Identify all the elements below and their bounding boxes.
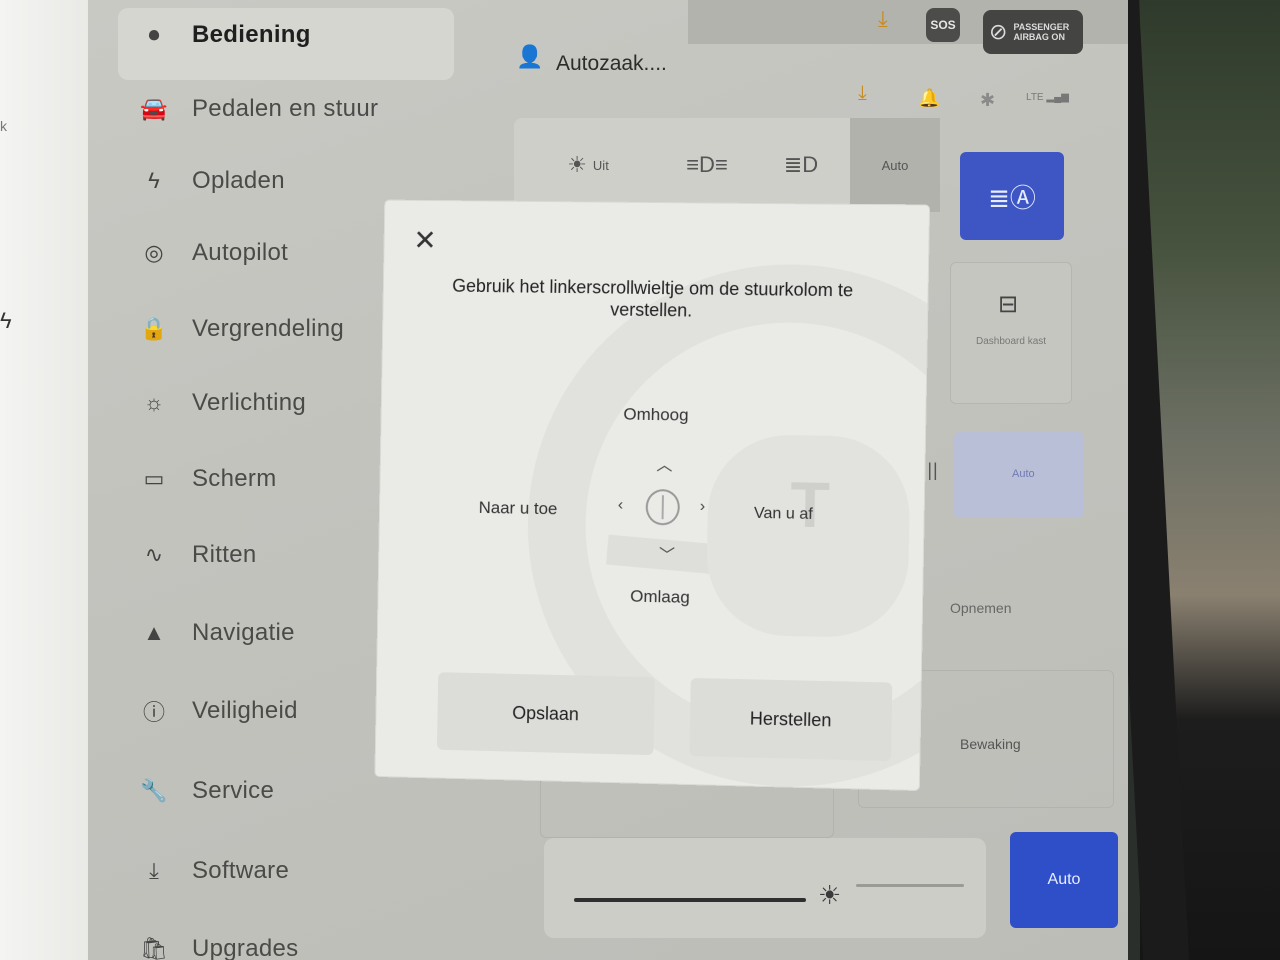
bell-icon[interactable]: 🔔	[918, 88, 940, 109]
lights-auto-option[interactable]: Auto	[850, 118, 940, 212]
background-glyph: k	[0, 118, 7, 134]
low-beam-option[interactable]: ≣D	[758, 118, 850, 212]
record-label[interactable]: Opnemen	[950, 600, 1011, 616]
lightning-icon: ϟ	[148, 168, 160, 193]
profile-name[interactable]: Autozaak....	[556, 52, 667, 76]
parking-lights-icon: ≡D≡	[686, 152, 728, 177]
sidebar-item-scherm[interactable]: ▭ Scherm	[136, 456, 277, 502]
lights-off-label: Uit	[592, 157, 609, 173]
reset-button[interactable]: Herstellen	[689, 677, 893, 762]
download-icon: ⤓	[149, 858, 159, 883]
sidebar-item-label: Opladen	[192, 167, 285, 194]
sun-icon: ☼	[143, 390, 165, 415]
sidebar-item-label: Ritten	[192, 541, 257, 568]
chevron-down-icon[interactable]: ﹀	[659, 541, 675, 565]
sidebar-item-label: Pedalen en stuur	[192, 95, 379, 122]
sidebar-item-ritten[interactable]: ∿ Ritten	[136, 532, 257, 578]
brightness-slider-track[interactable]	[856, 884, 964, 887]
update-download-icon[interactable]: ⤓	[858, 82, 867, 105]
toward-label: Naar u toe	[478, 497, 558, 519]
sos-button[interactable]: SOS	[926, 8, 960, 42]
sidebar-item-label: Upgrades	[192, 935, 299, 960]
display-icon: ▭	[143, 466, 165, 491]
bluetooth-icon[interactable]: ✱	[980, 90, 995, 111]
save-button[interactable]: Opslaan	[436, 672, 655, 756]
down-label: Omlaag	[630, 586, 690, 607]
sidebar-item-label: Veiligheid	[192, 697, 298, 724]
trips-icon: ∿	[144, 542, 164, 567]
user-icon[interactable]: 👤	[516, 44, 543, 70]
sos-label: SOS	[930, 18, 956, 32]
sidebar-item-vergrendeling[interactable]: 🔒 Vergrendeling	[136, 306, 344, 352]
wrench-icon: 🔧	[140, 778, 168, 803]
steering-column-dialog: T ✕ Gebruik het linkerscrollwieltje om d…	[375, 200, 930, 791]
brightness-auto-button[interactable]: Auto	[1010, 832, 1118, 928]
sidebar-item-pedalen[interactable]: 🚘 Pedalen en stuur	[136, 86, 378, 132]
wiper-auto-label: Auto	[1012, 468, 1035, 480]
navigation-arrow-icon: ▲	[143, 620, 165, 645]
up-label: Omhoog	[623, 404, 689, 425]
brightness-slider-panel	[544, 838, 986, 938]
brightness-slider-filled[interactable]	[574, 898, 806, 902]
photo-background-left	[0, 0, 90, 960]
glovebox-icon[interactable]: ⊟	[998, 290, 1018, 319]
dashboard-panel	[950, 262, 1072, 404]
parking-lights-option[interactable]: ≡D≡	[662, 118, 758, 212]
sidebar-item-navigatie[interactable]: ▲ Navigatie	[136, 610, 295, 656]
passenger-airbag-status: ⊘ PASSENGER AIRBAG ON	[983, 10, 1083, 54]
headlight-selector: ☀ Uit ≡D≡ ≣D Auto	[514, 118, 940, 212]
sidebar-item-software[interactable]: ⤓ Software	[136, 848, 289, 894]
lte-signal-indicator: LTE ▂▄▆	[1026, 92, 1069, 103]
sidebar-item-label: Autopilot	[192, 239, 289, 266]
sidebar-item-label: Bediening	[192, 21, 311, 48]
download-icon[interactable]: ⤓	[878, 6, 888, 32]
lte-label: LTE	[1026, 92, 1044, 103]
airbag-line-2: AIRBAG ON	[1013, 32, 1065, 42]
toggle-icon: ⏺	[148, 22, 160, 47]
sidebar-item-service[interactable]: 🔧 Service	[136, 768, 274, 814]
sidebar-item-veiligheid[interactable]: ⓘ Veiligheid	[136, 688, 298, 734]
auto-high-beam-button[interactable]: ≣Ⓐ	[960, 152, 1064, 240]
lights-auto-label: Auto	[881, 157, 909, 173]
away-label: Van u af	[753, 504, 813, 523]
sidebar-item-label: Navigatie	[192, 619, 295, 646]
wiper-auto-button[interactable]: Auto	[954, 432, 1084, 518]
chevron-left-icon[interactable]: ‹	[618, 496, 624, 514]
close-icon[interactable]: ✕	[410, 225, 440, 257]
sidebar-item-autopilot[interactable]: ◎ Autopilot	[136, 230, 288, 276]
sidebar-item-label: Scherm	[192, 465, 277, 492]
low-beam-icon: ≣D	[783, 152, 819, 177]
sidebar-item-label: Service	[192, 777, 275, 804]
sun-icon: ☀	[567, 152, 587, 177]
sidebar-item-bediening[interactable]: ⏺ Bediening	[136, 12, 311, 58]
bag-icon: 🛍	[140, 936, 168, 960]
lightning-icon: ϟ	[0, 308, 12, 333]
car-icon: 🚘	[140, 96, 168, 121]
brightness-auto-label: Auto	[1047, 871, 1081, 888]
sidebar-item-verlichting[interactable]: ☼ Verlichting	[136, 380, 306, 426]
alert-circle-icon: ⓘ	[142, 700, 165, 725]
lights-off-option[interactable]: ☀ Uit	[514, 118, 662, 212]
save-label: Opslaan	[512, 702, 580, 724]
sidebar-item-label: Vergrendeling	[192, 315, 345, 342]
sidebar-item-label: Software	[192, 857, 290, 884]
dialog-instruction: Gebruik het linkerscrollwieltje om de st…	[452, 275, 854, 321]
chevron-right-icon[interactable]: ›	[700, 498, 706, 516]
lock-icon: 🔒	[140, 316, 168, 341]
dashboard-label[interactable]: Dashboard kast	[976, 336, 1046, 347]
sidebar-item-opladen[interactable]: ϟ Opladen	[136, 158, 285, 204]
sidebar-item-label: Verlichting	[192, 389, 307, 416]
reset-label: Herstellen	[749, 707, 832, 730]
sidebar-item-upgrades[interactable]: 🛍 Upgrades	[136, 926, 298, 960]
steering-wheel-icon: ◎	[144, 240, 164, 265]
chevron-up-icon[interactable]: ︿	[656, 451, 672, 475]
airbag-line-1: PASSENGER	[1013, 22, 1070, 32]
brightness-sun-icon[interactable]: ☀	[818, 880, 841, 911]
auto-high-beam-icon: ≣Ⓐ	[988, 182, 1036, 213]
airbag-icon: ⊘	[989, 19, 1008, 44]
sentry-label: Bewaking	[960, 736, 1021, 752]
